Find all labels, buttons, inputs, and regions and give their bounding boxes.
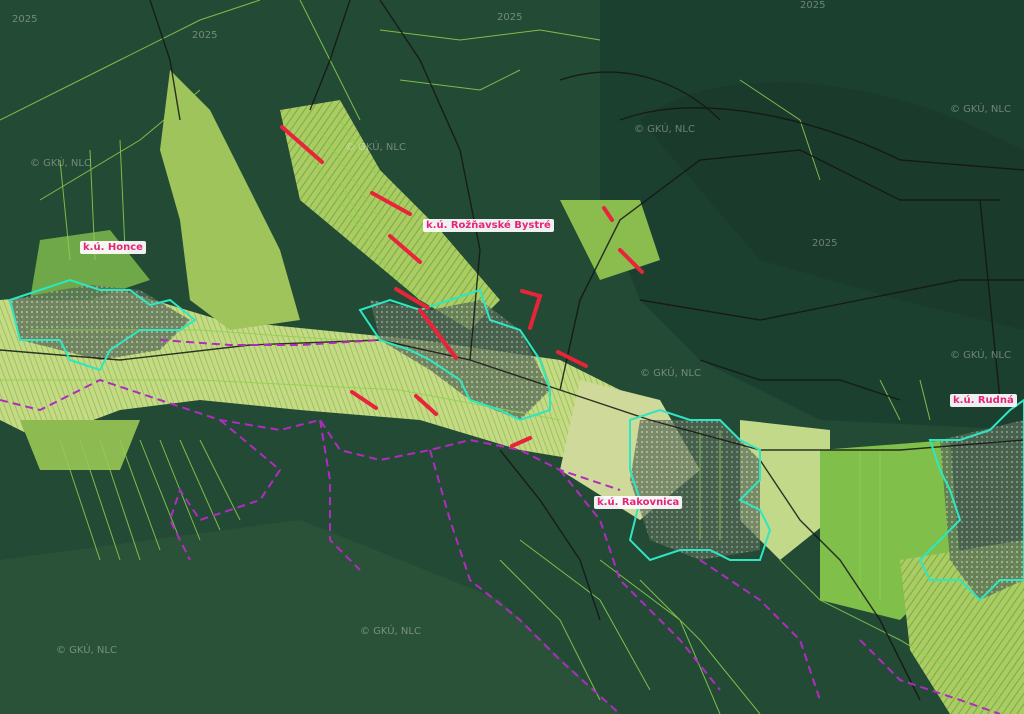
watermark-gku: © GKÚ, NLC — [56, 645, 117, 656]
watermark-gku: © GKÚ, NLC — [634, 124, 695, 135]
watermark-year: 2025 — [800, 0, 826, 11]
watermark-gku: © GKÚ, NLC — [30, 158, 91, 169]
watermark-year: 2025 — [12, 14, 38, 25]
label-honce[interactable]: k.ú. Honce — [80, 241, 146, 254]
watermark-year: 2025 — [812, 238, 838, 249]
label-rudna[interactable]: k.ú. Rudná — [950, 394, 1017, 407]
orthophoto-layer — [0, 0, 1024, 714]
watermark-gku: © GKÚ, NLC — [345, 142, 406, 153]
watermark-year: 2025 — [497, 12, 523, 23]
watermark-gku: © GKÚ, NLC — [950, 350, 1011, 361]
map-canvas[interactable]: © GKÚ, NLC © GKÚ, NLC © GKÚ, NLC © GKÚ, … — [0, 0, 1024, 714]
watermark-gku: © GKÚ, NLC — [640, 368, 701, 379]
watermark-year: 2025 — [192, 30, 218, 41]
label-roznavske-bystre[interactable]: k.ú. Rožňavské Bystré — [423, 219, 554, 232]
watermark-gku: © GKÚ, NLC — [360, 626, 421, 637]
label-rakovnica[interactable]: k.ú. Rakovnica — [594, 496, 683, 509]
watermark-gku: © GKÚ, NLC — [950, 104, 1011, 115]
